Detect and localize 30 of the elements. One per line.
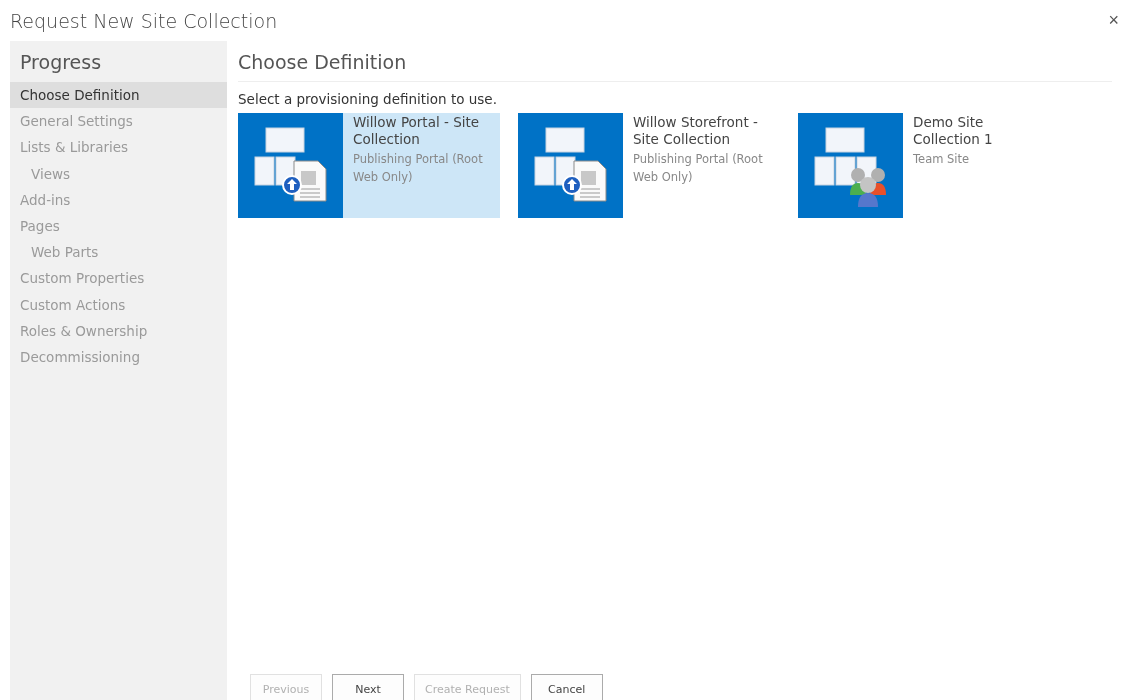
definition-subtitle: Publishing Portal (Root Web Only) (353, 151, 484, 186)
definition-title: Willow Storefront - Site Collection (633, 114, 759, 148)
progress-step[interactable]: Add-ins (10, 186, 227, 213)
definition-subtitle: Publishing Portal (Root Web Only) (633, 151, 764, 186)
section-heading: Choose Definition (238, 51, 1112, 82)
progress-step[interactable]: Custom Properties (10, 265, 227, 292)
definition-tile[interactable]: Willow Storefront - Site Collection Publishing Portal (Root Web Only) (518, 113, 780, 218)
progress-step[interactable]: Decommissioning (10, 343, 227, 371)
close-button[interactable]: × (1104, 10, 1123, 31)
progress-step[interactable]: Custom Actions (10, 291, 227, 318)
progress-step[interactable]: Lists & Libraries (10, 134, 227, 161)
instruction-text: Select a provisioning definition to use. (238, 91, 498, 107)
definition-tile[interactable]: Willow Portal - Site Collection Publishing Portal (Root Web Only) (238, 113, 500, 218)
progress-step[interactable]: Views (10, 160, 227, 187)
progress-step[interactable]: Pages (10, 212, 227, 240)
dialog-title: Request New Site Collection (10, 10, 278, 32)
dialog-button[interactable]: Cancel (530, 674, 603, 700)
sitemap-document-icon (518, 113, 623, 218)
sitemap-people-icon (798, 113, 903, 218)
progress-step[interactable]: Roles & Ownership (10, 317, 227, 344)
definition-subtitle: Team Site (913, 151, 971, 168)
definition-title: Demo Site Collection 1 (913, 114, 994, 148)
definition-tile[interactable]: Demo Site Collection 1 Team Site (798, 113, 1060, 218)
dialog-button[interactable]: Next (332, 674, 404, 700)
progress-heading: Progress (19, 51, 103, 73)
definition-title: Willow Portal - Site Collection (353, 114, 481, 148)
progress-step[interactable]: Choose Definition (10, 82, 227, 109)
sitemap-document-icon (238, 113, 343, 218)
progress-step[interactable]: Web Parts (10, 239, 227, 266)
progress-step[interactable]: General Settings (10, 108, 227, 135)
